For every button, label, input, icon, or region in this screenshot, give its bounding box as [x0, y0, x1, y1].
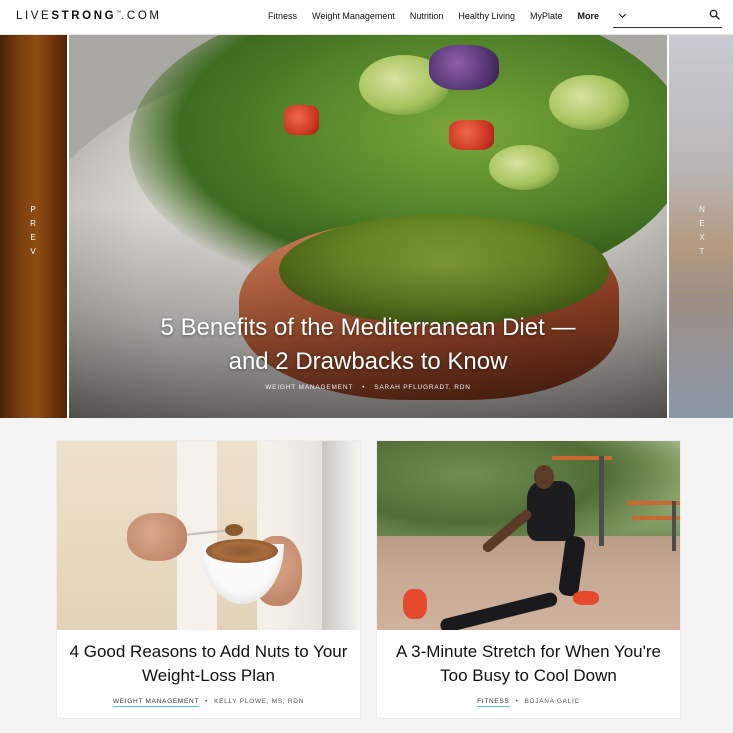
article-card-category[interactable]: WEIGHT MANAGEMENT — [112, 698, 200, 707]
main-nav: Fitness Weight Management Nutrition Heal… — [268, 10, 640, 21]
hero-article-meta: WEIGHT MANAGEMENT • SARAH PFLUGRADT, RDN — [153, 384, 583, 391]
hero-article-author[interactable]: SARAH PFLUGRADT, RDN — [374, 384, 471, 391]
image-athlete-shoe — [403, 589, 427, 619]
nav-more-label: More — [577, 11, 599, 21]
nav-item-healthy-living[interactable]: Healthy Living — [458, 11, 515, 21]
carousel-prev-button[interactable]: P R E V — [0, 35, 67, 418]
nav-item-fitness[interactable]: Fitness — [268, 11, 297, 21]
article-card-author[interactable]: BOJANA GALIC — [524, 698, 579, 705]
next-label: N E X T — [699, 205, 705, 256]
article-card-author[interactable]: KELLY PLOWE, MS, RDN — [214, 698, 304, 705]
article-card-image[interactable] — [57, 441, 360, 630]
nav-item-weight-management[interactable]: Weight Management — [312, 11, 395, 21]
article-card[interactable]: A 3-Minute Stretch for When You're Too B… — [377, 441, 680, 718]
image-nuts — [206, 539, 278, 563]
article-card-meta: WEIGHT MANAGEMENT • KELLY PLOWE, MS, RDN — [57, 698, 360, 707]
article-card[interactable]: 4 Good Reasons to Add Nuts to Your Weigh… — [57, 441, 360, 718]
hero-article-category[interactable]: WEIGHT MANAGEMENT — [265, 384, 353, 391]
meta-separator: • — [205, 698, 209, 705]
article-card-title[interactable]: 4 Good Reasons to Add Nuts to Your Weigh… — [69, 640, 348, 688]
image-hand — [127, 513, 187, 561]
image-spoon-nuts — [225, 524, 243, 536]
logo-text-com: .COM — [121, 10, 162, 22]
search-input[interactable] — [613, 6, 703, 26]
image-window — [322, 441, 360, 630]
meta-separator: • — [362, 384, 366, 391]
article-card-image[interactable] — [377, 441, 680, 630]
hero-article-title[interactable]: 5 Benefits of the Mediterranean Diet — a… — [153, 311, 583, 379]
carousel-next-button[interactable]: N E X T — [669, 35, 733, 418]
logo-text-live: LIVE — [16, 10, 52, 22]
image-athlete-head — [534, 465, 554, 489]
article-card-category[interactable]: FITNESS — [477, 698, 510, 707]
image-gym-post — [599, 456, 604, 546]
site-logo[interactable]: LIVESTRONG™.COM — [16, 10, 162, 22]
search-icon[interactable] — [709, 9, 720, 20]
search-box — [613, 6, 722, 28]
article-card-title[interactable]: A 3-Minute Stretch for When You're Too B… — [389, 640, 668, 688]
image-gym-post — [672, 501, 676, 551]
site-header: LIVESTRONG™.COM Fitness Weight Managemen… — [0, 0, 733, 35]
logo-text-strong: STRONG — [51, 10, 117, 22]
hero-slide[interactable]: 5 Benefits of the Mediterranean Diet — a… — [69, 35, 667, 418]
image-athlete-body — [527, 481, 575, 541]
nav-item-nutrition[interactable]: Nutrition — [410, 11, 444, 21]
hero-carousel: P R E V 5 Benefits of the Mediterranean … — [0, 35, 733, 418]
image-athlete-shoe — [573, 591, 599, 605]
prev-label: P R E V — [30, 205, 36, 256]
article-card-meta: FITNESS • BOJANA GALIC — [377, 698, 680, 707]
nav-item-myplate[interactable]: MyPlate — [530, 11, 563, 21]
meta-separator: • — [515, 698, 519, 705]
